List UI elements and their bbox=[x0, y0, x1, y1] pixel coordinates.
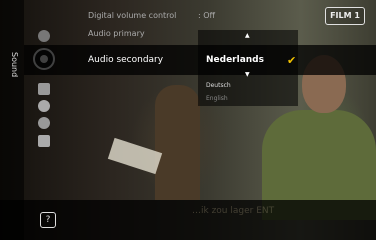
menu-icon-column bbox=[24, 0, 76, 200]
scroll-down-icon[interactable]: ▼ bbox=[245, 71, 250, 78]
bottom-bar bbox=[0, 200, 376, 240]
help-button[interactable]: ? bbox=[40, 212, 56, 228]
picture-icon[interactable] bbox=[38, 83, 50, 95]
sidebar-title: Sound bbox=[10, 52, 19, 78]
tv-screen: FILM 1 Sound Digital volume control Audi… bbox=[0, 0, 376, 240]
setting-audio-primary[interactable]: Audio primary bbox=[88, 29, 145, 38]
checkmark-icon: ✔ bbox=[287, 54, 297, 67]
settings-list: Digital volume control Audio primary bbox=[76, 0, 196, 200]
card-icon[interactable] bbox=[38, 135, 50, 147]
gear-icon[interactable] bbox=[38, 100, 50, 112]
channel-logo: FILM 1 bbox=[325, 7, 365, 25]
background-subtitle: …ik zou lager ENT bbox=[192, 206, 275, 216]
audio-language-options[interactable]: Nederlands ✔ ▼ Deutsch English bbox=[198, 30, 298, 106]
language-option[interactable]: Deutsch bbox=[206, 82, 231, 89]
setting-digital-volume[interactable]: Digital volume control bbox=[88, 11, 176, 20]
sound-icon[interactable] bbox=[38, 30, 50, 42]
language-option[interactable]: English bbox=[206, 95, 228, 102]
setting-digital-volume-value: : Off bbox=[198, 11, 216, 20]
selected-language[interactable]: Nederlands bbox=[206, 55, 264, 65]
setting-audio-secondary[interactable]: Audio secondary bbox=[88, 55, 163, 65]
globe-icon[interactable] bbox=[38, 117, 50, 129]
